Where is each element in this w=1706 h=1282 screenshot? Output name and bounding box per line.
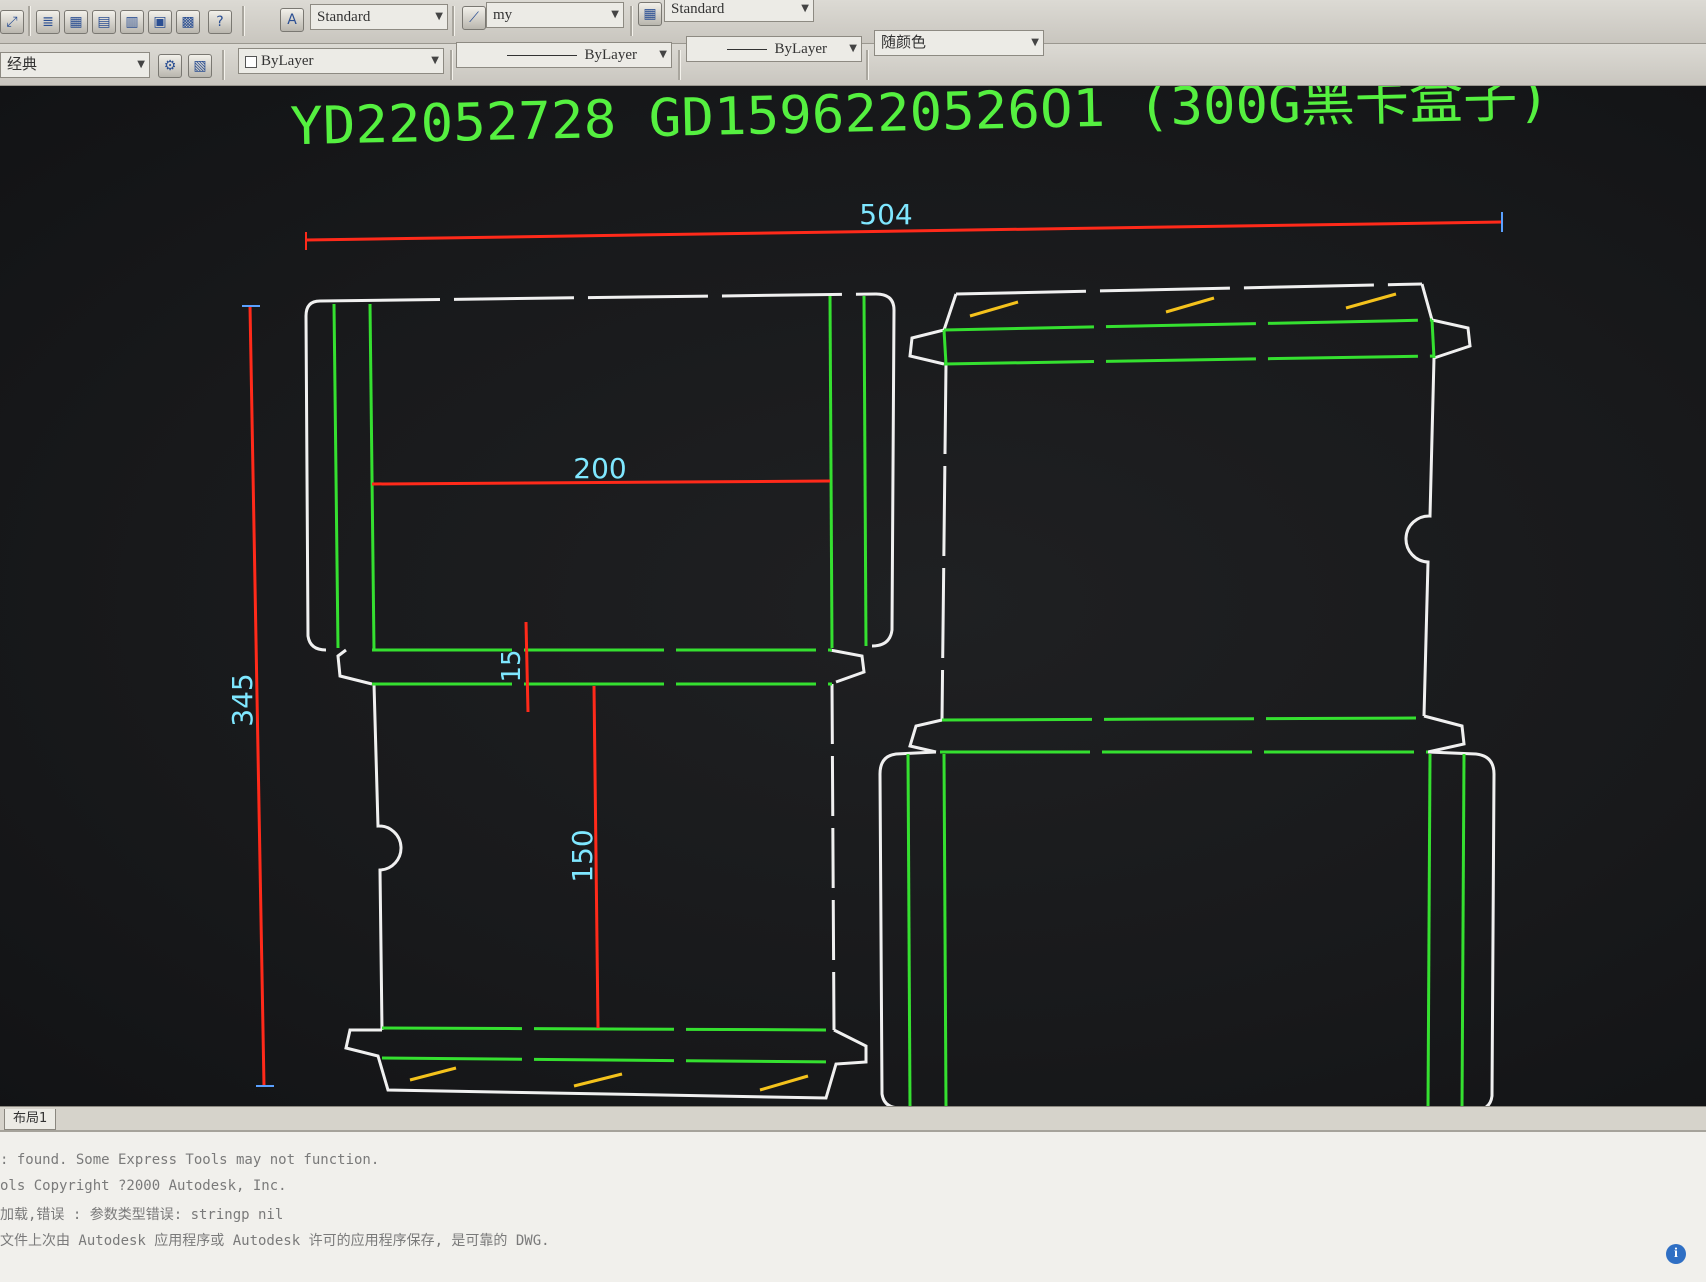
layer-value: ByLayer	[261, 53, 314, 69]
command-line-4: 文件上次由 Autodesk 应用程序或 Autodesk 许可的应用程序保存,…	[0, 1233, 550, 1249]
lineweight-sample	[726, 49, 767, 51]
layout-tab-strip: 布局1	[0, 1106, 1706, 1131]
command-line-3: 加载,错误 : 参数类型错误: stringp nil	[0, 1207, 284, 1223]
info-icon[interactable]: i	[1666, 1244, 1686, 1264]
color-select[interactable]: 随颜色 ▼	[874, 30, 1044, 56]
drawing-title: YD22052728 GD1596220526O1 (300G黑卡盒子)	[290, 86, 1551, 157]
text-style-icon[interactable]: A	[280, 8, 304, 32]
lineweight-select[interactable]: ByLayer ▼	[686, 36, 862, 62]
sheet-set-icon[interactable]: ▥	[120, 10, 144, 34]
table-style-select[interactable]: Standard ▼	[664, 0, 814, 22]
markup-icon[interactable]: ▣	[148, 10, 172, 34]
help-icon[interactable]: ?	[208, 10, 232, 34]
right-panel-crease-lines	[906, 318, 1466, 1109]
right-panel-cut-lines	[878, 282, 1496, 1112]
table-style-icon[interactable]: ▦	[638, 2, 662, 26]
layer-color-swatch	[245, 55, 257, 68]
dimension-tuck-depth-text: 15	[497, 649, 527, 682]
color-value: 随颜色	[881, 35, 927, 51]
dimension-tuck-depth: 15	[497, 621, 530, 713]
model-space-canvas[interactable]: YD22052728 GD1596220526O1 (300G黑卡盒子) 504…	[0, 86, 1706, 1120]
dimension-overall-width: 504	[305, 198, 1503, 250]
tool-palette-icon[interactable]: ▤	[92, 10, 116, 34]
dimension-overall-height: 345	[226, 305, 274, 1087]
tab-layout1[interactable]: 布局1	[4, 1109, 57, 1130]
lineweight-value: ByLayer	[774, 41, 827, 57]
layer-select[interactable]: ByLayer ▼	[238, 48, 444, 74]
workspace-settings-icon[interactable]: ⚙	[158, 54, 182, 78]
properties-toolbar: 经典 ▼ ⚙ ▧ ByLayer ▼ ByLayer ▼ ByLayer ▼ 随颜色 ▼	[0, 30, 1706, 86]
dimension-inner-width: 200	[371, 452, 831, 486]
dimension-panel-height: 150	[566, 685, 600, 1029]
right-glue-marks	[969, 292, 1397, 318]
text-style-value: Standard	[317, 9, 371, 25]
calculator-icon[interactable]: ▩	[176, 10, 200, 34]
dimension-style-select[interactable]: my ▼	[486, 2, 624, 28]
linetype-sample	[506, 55, 577, 57]
linetype-select[interactable]: ByLayer ▼	[456, 42, 672, 68]
dieline-drawing: YD22052728 GD1596220526O1 (300G黑卡盒子) 504…	[226, 86, 1551, 1112]
dimension-style-value: my	[493, 7, 513, 23]
left-panel-crease-lines	[332, 295, 868, 1064]
text-style-select[interactable]: Standard ▼	[310, 4, 448, 30]
left-panel-cut-lines	[304, 292, 896, 1100]
design-center-icon[interactable]: ▦	[64, 10, 88, 34]
dimension-overall-width-text: 504	[859, 198, 912, 231]
dimension-overall-height-text: 345	[226, 673, 259, 726]
workspace-value: 经典	[7, 57, 38, 73]
command-line-2: ols Copyright ?2000 Autodesk, Inc.	[0, 1178, 287, 1194]
workspace-select[interactable]: 经典 ▼	[0, 52, 150, 78]
linetype-value: ByLayer	[584, 47, 637, 63]
table-style-value: Standard	[671, 1, 725, 17]
properties-icon[interactable]: ≣	[36, 10, 60, 34]
dimension-style-icon[interactable]: ⟋	[462, 6, 486, 30]
left-glue-marks	[409, 1066, 809, 1092]
dimension-inner-width-text: 200	[573, 452, 626, 485]
command-line-1: : found. Some Express Tools may not func…	[0, 1152, 380, 1168]
command-window[interactable]: : found. Some Express Tools may not func…	[0, 1130, 1706, 1282]
dimension-panel-height-text: 150	[566, 829, 599, 882]
layer-manager-icon[interactable]: ▧	[188, 54, 212, 78]
zoom-icon[interactable]: ⤢	[0, 10, 24, 34]
